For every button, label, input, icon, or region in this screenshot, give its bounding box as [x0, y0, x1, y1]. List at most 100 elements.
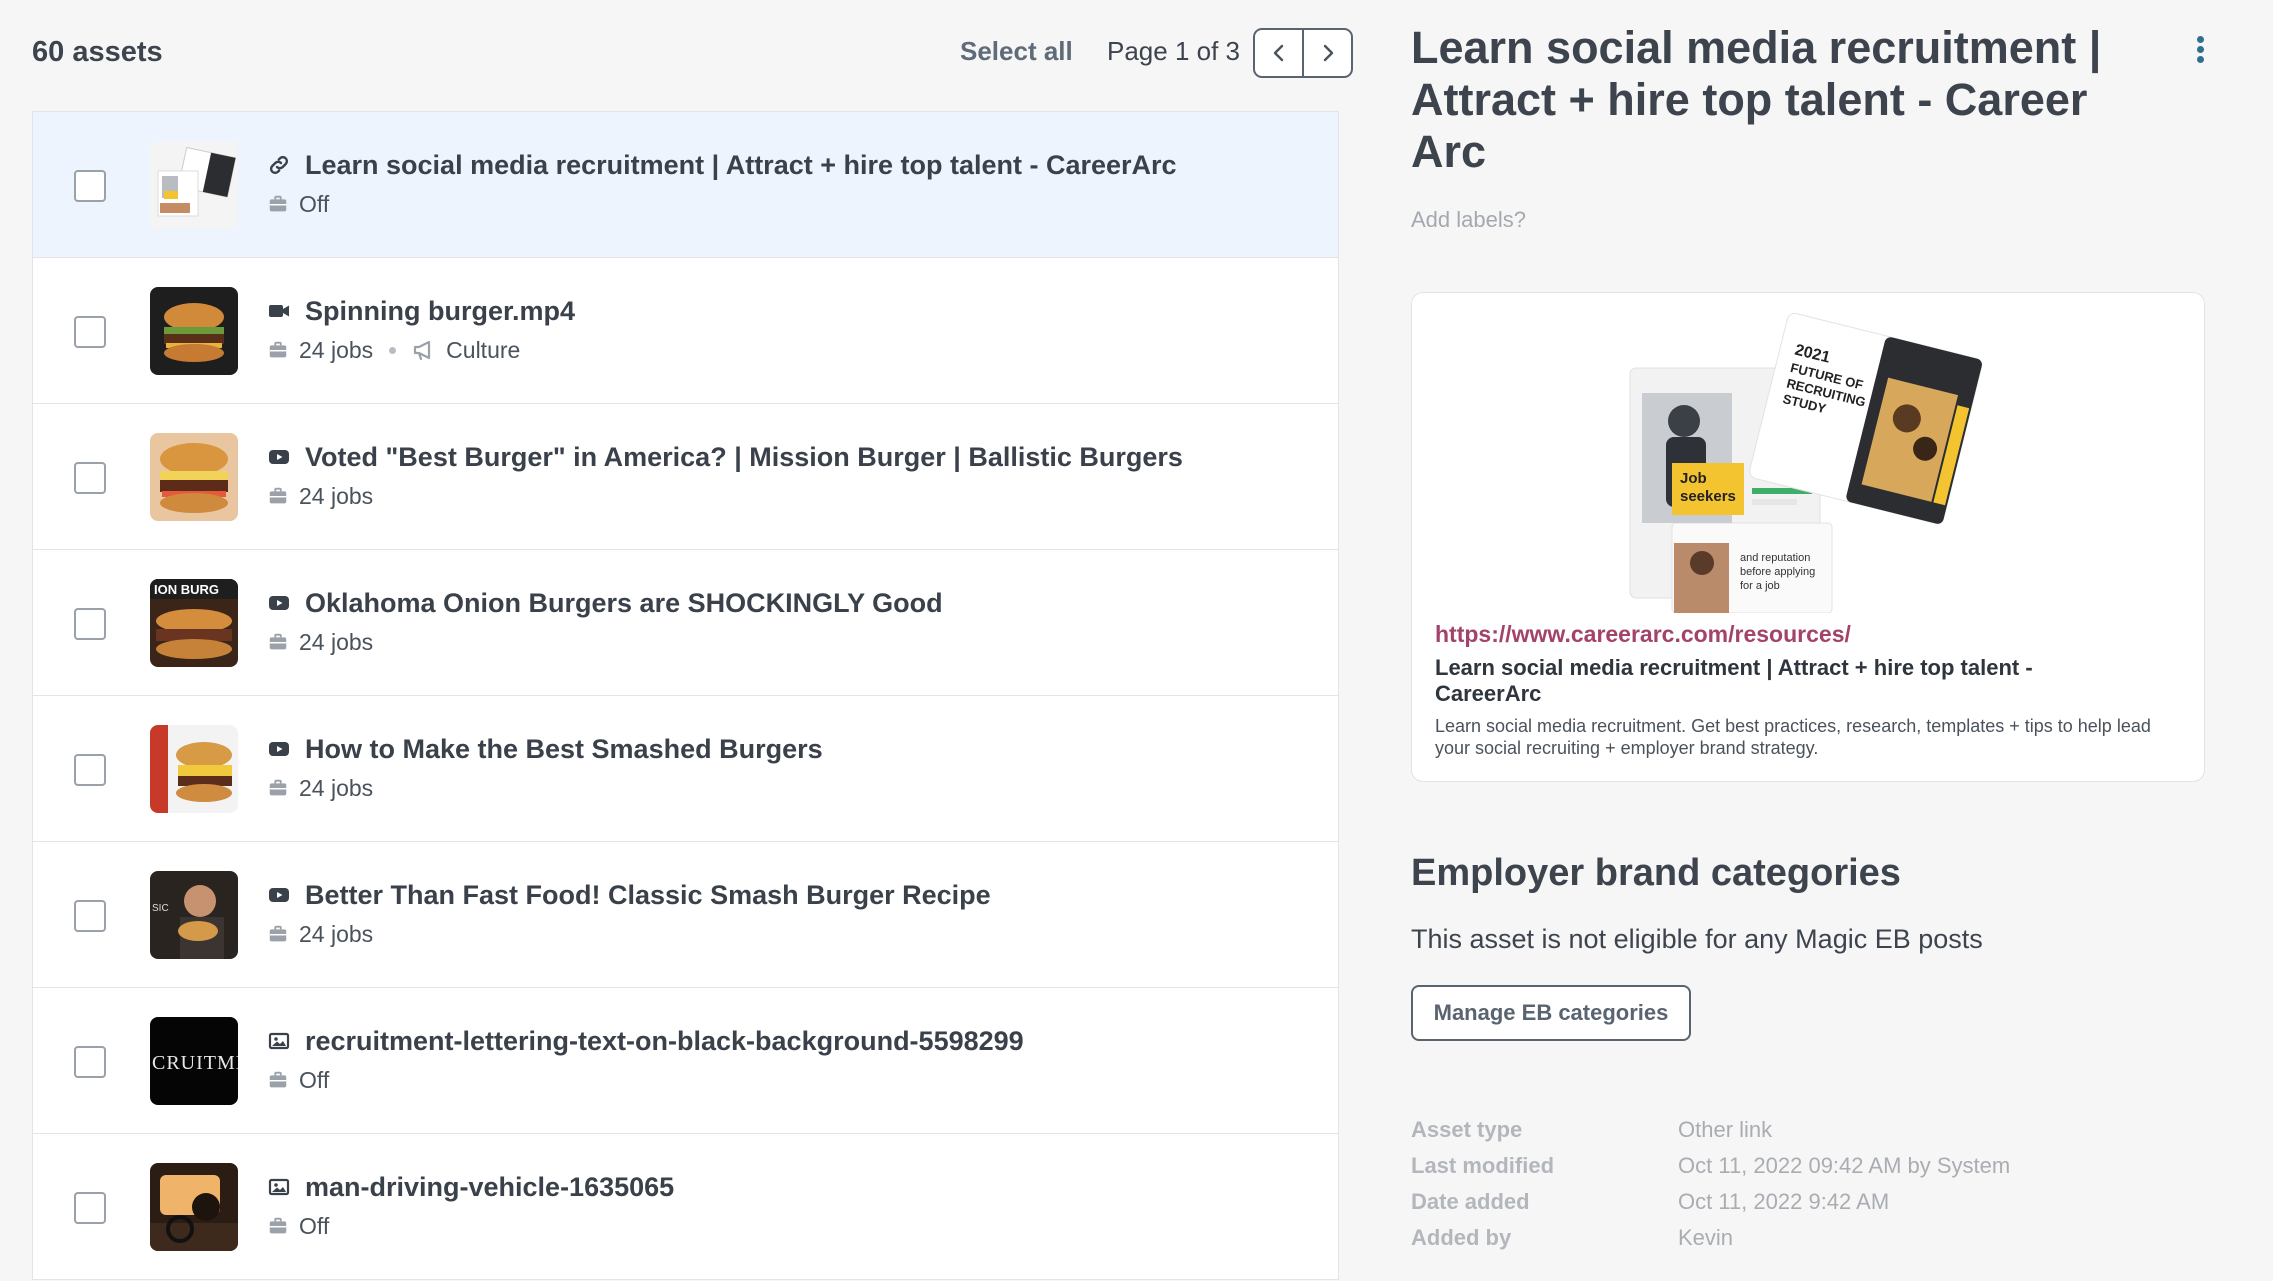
- asset-title[interactable]: How to Make the Best Smashed Burgers: [305, 734, 823, 765]
- add-labels-link[interactable]: Add labels?: [1411, 207, 1526, 233]
- image-icon: [267, 1029, 291, 1053]
- asset-checkbox[interactable]: [74, 1046, 106, 1078]
- asset-jobs: Off: [299, 1212, 330, 1239]
- asset-checkbox[interactable]: [74, 900, 106, 932]
- info-row: Last modified Oct 11, 2022 09:42 AM by Sy…: [1411, 1148, 2191, 1184]
- info-value: Kevin: [1678, 1225, 1734, 1250]
- asset-row[interactable]: Voted "Best Burger" in America? | Missio…: [32, 404, 1339, 550]
- info-row: Added by Kevin: [1411, 1220, 2191, 1256]
- detail-title: Learn social media recruitment | Attract…: [1411, 22, 2102, 177]
- asset-thumbnail[interactable]: ION BURG: [150, 579, 238, 667]
- asset-info-table: Asset type Other link Last modified Oct 11,…: [1411, 1112, 2191, 1256]
- asset-thumbnail[interactable]: [150, 287, 238, 375]
- link-preview-card[interactable]: Job seekers and reputation before applyi…: [1411, 292, 2205, 782]
- asset-meta: 24 jobs: [267, 774, 373, 802]
- asset-title[interactable]: Oklahoma Onion Burgers are SHOCKINGLY Go…: [305, 588, 943, 619]
- asset-title-line: man-driving-vehicle-1635065: [267, 1170, 674, 1204]
- preview-description: Learn social media recruitment. Get best…: [1435, 716, 2151, 758]
- chevron-left-icon: [1273, 44, 1283, 62]
- asset-title-line: Learn social media recruitment | Attract…: [267, 148, 1177, 182]
- manage-eb-categories-button[interactable]: Manage EB categories: [1411, 985, 1691, 1041]
- briefcase-icon: [267, 631, 289, 653]
- asset-list-panel: 60 assets Select all Page 1 of 3 Learn s…: [0, 0, 1370, 1281]
- asset-meta: 24 jobs: [267, 920, 373, 948]
- asset-list: Learn social media recruitment | Attract…: [32, 111, 1339, 1280]
- asset-meta: 24 jobs: [267, 628, 373, 656]
- svg-text:CRUITME: CRUITME: [152, 1052, 238, 1074]
- asset-thumbnail[interactable]: [150, 141, 238, 229]
- asset-title-line: Spinning burger.mp4: [267, 294, 575, 328]
- asset-row[interactable]: Learn social media recruitment | Attract…: [32, 112, 1339, 258]
- asset-checkbox[interactable]: [74, 462, 106, 494]
- asset-detail-panel: Learn social media recruitment | Attract…: [1370, 0, 2273, 1281]
- asset-title[interactable]: Learn social media recruitment | Attract…: [305, 150, 1177, 181]
- info-row: Date added Oct 11, 2022 9:42 AM: [1411, 1184, 2191, 1220]
- briefcase-icon: [267, 193, 289, 215]
- asset-checkbox[interactable]: [74, 170, 106, 202]
- asset-title-line: Voted "Best Burger" in America? | Missio…: [267, 440, 1183, 474]
- info-key: Asset type: [1411, 1117, 1523, 1142]
- kebab-menu-icon[interactable]: [2188, 36, 2212, 66]
- megaphone-icon: [412, 339, 438, 361]
- briefcase-icon: [267, 777, 289, 799]
- asset-checkbox[interactable]: [74, 608, 106, 640]
- svg-text:ION BURG: ION BURG: [154, 582, 219, 597]
- info-value: Other link: [1678, 1117, 1773, 1142]
- asset-meta: Off: [267, 1212, 329, 1240]
- page-indicator: Page 1 of 3: [1107, 36, 1240, 66]
- asset-title[interactable]: Better Than Fast Food! Classic Smash Bur…: [305, 880, 991, 911]
- preview-heading: Learn social media recruitment | Attract…: [1435, 655, 2033, 706]
- job-seekers-line1: Job: [1680, 470, 1707, 487]
- asset-meta: 24 jobs: [267, 482, 373, 510]
- asset-jobs: 24 jobs: [299, 336, 374, 363]
- video-camera-icon: [267, 299, 291, 323]
- play-button-icon: [267, 445, 291, 469]
- asset-row[interactable]: man-driving-vehicle-1635065 Off: [32, 1134, 1339, 1280]
- asset-jobs: Off: [299, 1066, 330, 1093]
- asset-title[interactable]: man-driving-vehicle-1635065: [305, 1172, 674, 1203]
- info-key: Last modified: [1411, 1153, 1555, 1178]
- preview-url-link[interactable]: https://www.careerarc.com/resources/: [1435, 621, 1851, 648]
- asset-row[interactable]: ION BURG Oklahoma Onion Burgers are SHOCK…: [32, 550, 1339, 696]
- select-all-button[interactable]: Select all: [960, 36, 1073, 67]
- meta-separator: [389, 346, 397, 354]
- asset-checkbox[interactable]: [74, 754, 106, 786]
- asset-row[interactable]: CRUITME recruitment-lettering-text-on-bla…: [32, 988, 1339, 1134]
- asset-thumbnail[interactable]: [150, 433, 238, 521]
- asset-title[interactable]: Spinning burger.mp4: [305, 296, 575, 327]
- briefcase-icon: [267, 1069, 289, 1091]
- briefcase-icon: [267, 339, 289, 361]
- info-value: Oct 11, 2022 09:42 AM by System: [1678, 1153, 2011, 1178]
- eb-categories-heading: Employer brand categories: [1411, 852, 1901, 894]
- next-page-button[interactable]: [1302, 30, 1351, 76]
- asset-meta: Off: [267, 190, 329, 218]
- asset-thumbnail[interactable]: SIC: [150, 871, 238, 959]
- asset-row[interactable]: How to Make the Best Smashed Burgers 24 j…: [32, 696, 1339, 842]
- asset-library: 60 assets Select all Page 1 of 3 Learn s…: [0, 0, 2273, 1281]
- asset-jobs: 24 jobs: [299, 482, 374, 509]
- asset-thumbnail[interactable]: [150, 725, 238, 813]
- briefcase-icon: [267, 923, 289, 945]
- job-seekers-line2: seekers: [1680, 488, 1736, 505]
- info-key: Added by: [1411, 1225, 1512, 1250]
- link-icon: [267, 153, 291, 177]
- snippet-line3: for a job: [1740, 580, 1780, 592]
- asset-title[interactable]: Voted "Best Burger" in America? | Missio…: [305, 442, 1183, 473]
- briefcase-icon: [267, 1215, 289, 1237]
- prev-page-button[interactable]: [1255, 30, 1302, 76]
- asset-meta: Off: [267, 1066, 329, 1094]
- asset-thumbnail[interactable]: CRUITME: [150, 1017, 238, 1105]
- asset-count: 60 assets: [32, 36, 163, 68]
- asset-thumbnail[interactable]: [150, 1163, 238, 1251]
- asset-row[interactable]: SIC Better Than Fast Food! Classic Smash …: [32, 842, 1339, 988]
- asset-row[interactable]: Spinning burger.mp4 24 jobs Culture: [32, 258, 1339, 404]
- asset-checkbox[interactable]: [74, 1192, 106, 1224]
- asset-title-line: Oklahoma Onion Burgers are SHOCKINGLY Go…: [267, 586, 943, 620]
- asset-meta: 24 jobs Culture: [267, 336, 520, 364]
- image-icon: [267, 1175, 291, 1199]
- svg-text:SIC: SIC: [152, 903, 169, 914]
- list-toolbar: 60 assets Select all Page 1 of 3: [32, 22, 1353, 82]
- preview-image: Job seekers and reputation before applyi…: [1629, 313, 1983, 613]
- asset-title[interactable]: recruitment-lettering-text-on-black-back…: [305, 1026, 1024, 1057]
- asset-checkbox[interactable]: [74, 316, 106, 348]
